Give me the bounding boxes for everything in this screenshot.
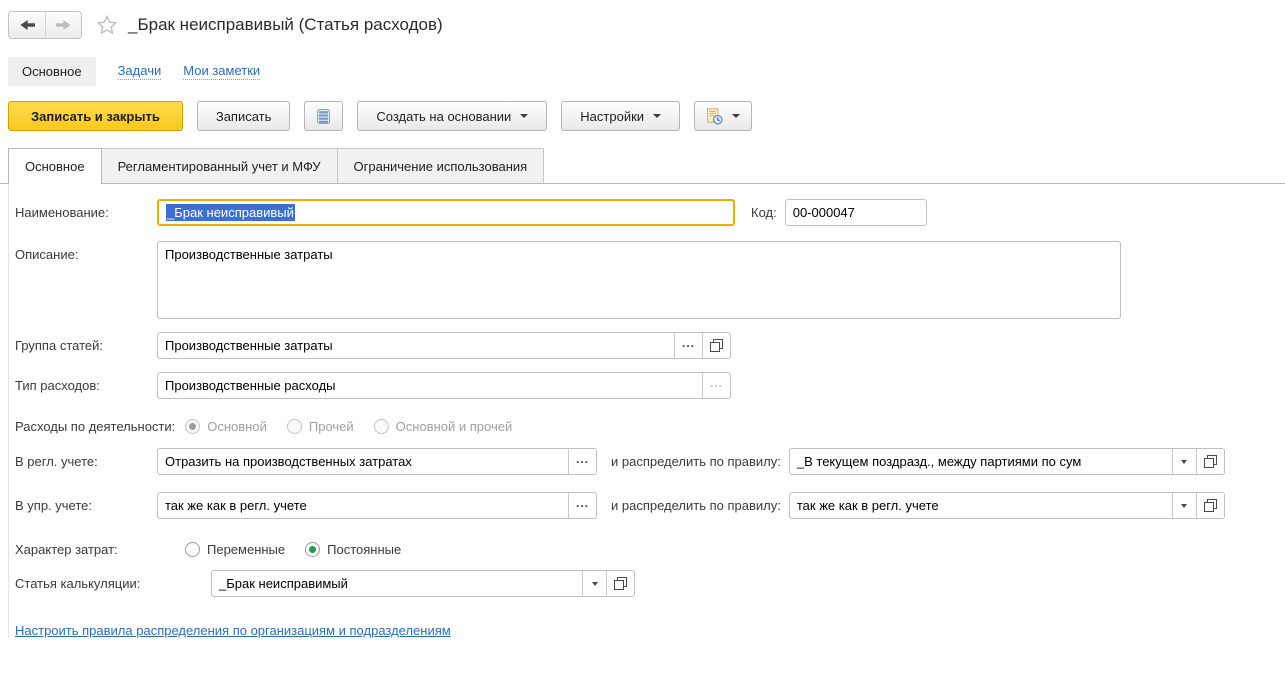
description-input[interactable]: Производственные затраты — [157, 241, 1121, 319]
cost-nature-radio-variable[interactable]: Переменные — [185, 542, 285, 557]
cost-nature-radio-constant[interactable]: Постоянные — [305, 542, 401, 557]
activity-label: Расходы по деятельности: — [15, 419, 175, 434]
settings-button[interactable]: Настройки — [561, 101, 680, 131]
name-label: Наименование: — [15, 205, 157, 220]
document-clock-icon — [706, 108, 723, 125]
back-button[interactable] — [9, 12, 45, 38]
group-value: Производственные затраты — [158, 333, 674, 358]
mgmt-rule-label: и распределить по правилу: — [611, 498, 781, 513]
arrow-left-icon — [19, 19, 36, 31]
arrow-right-icon — [55, 19, 72, 31]
reg-account-value: Отразить на производственных затратах — [158, 449, 568, 474]
group-open-button[interactable] — [702, 333, 730, 358]
mgmt-account-select-button[interactable]: ... — [568, 493, 596, 518]
nav-tab-notes[interactable]: Мои заметки — [183, 63, 260, 80]
calc-item-input[interactable]: _Брак неисправимый — [211, 570, 635, 597]
description-label: Описание: — [15, 241, 157, 262]
nav-tab-tasks[interactable]: Задачи — [118, 63, 162, 80]
code-input[interactable]: 00-000047 — [785, 199, 927, 226]
mgmt-rule-dropdown-button[interactable] — [1172, 493, 1196, 518]
expense-type-value: Производственные расходы — [158, 373, 702, 398]
radio-icon — [185, 419, 200, 434]
command-bar: Записать и закрыть Записать Создать на о… — [8, 100, 1285, 132]
page-title: _Брак неисправивый (Статья расходов) — [128, 15, 443, 35]
reg-account-label: В регл. учете: — [15, 454, 157, 469]
expense-type-label: Тип расходов: — [15, 378, 157, 393]
reg-account-input[interactable]: Отразить на производственных затратах ..… — [157, 448, 597, 475]
forward-button[interactable] — [45, 12, 81, 38]
reg-account-select-button[interactable]: ... — [568, 449, 596, 474]
activity-radio-main-and-other: Основной и прочей — [374, 419, 513, 434]
calc-item-dropdown-button[interactable] — [582, 571, 606, 596]
chevron-down-icon — [1181, 504, 1187, 508]
calc-item-open-button[interactable] — [606, 571, 634, 596]
form-content: Наименование: _Брак неисправивый Код: 00… — [8, 184, 1285, 638]
calc-item-value: _Брак неисправимый — [212, 571, 582, 596]
activity-radio-main: Основной — [185, 419, 267, 434]
radio-icon — [305, 542, 320, 557]
history-nav-group — [8, 11, 82, 39]
save-button[interactable]: Записать — [197, 101, 291, 131]
reg-rule-open-button[interactable] — [1196, 449, 1224, 474]
favorite-star-icon[interactable] — [96, 14, 118, 36]
tab-regulated-accounting[interactable]: Регламентированный учет и МФУ — [102, 148, 338, 183]
chevron-down-icon — [653, 114, 661, 118]
code-value: 00-000047 — [793, 205, 855, 220]
chevron-down-icon — [1181, 460, 1187, 464]
radio-icon — [287, 419, 302, 434]
ledger-icon — [316, 108, 331, 125]
distribution-rules-link[interactable]: Настроить правила распределения по орган… — [15, 623, 451, 638]
mgmt-rule-open-button[interactable] — [1196, 493, 1224, 518]
code-label: Код: — [751, 205, 777, 220]
settings-label: Настройки — [580, 109, 644, 124]
chevron-down-icon — [592, 582, 598, 586]
open-item-icon — [1204, 455, 1217, 468]
name-input[interactable]: _Брак неисправивый — [157, 199, 735, 226]
reg-rule-dropdown-button[interactable] — [1172, 449, 1196, 474]
reg-rule-value: _В текущем поздразд., между партиями по … — [790, 449, 1172, 474]
radio-icon — [185, 542, 200, 557]
form-tabs: Основное Регламентированный учет и МФУ О… — [0, 148, 1285, 184]
calc-item-label: Статья калькуляции: — [15, 576, 211, 591]
mgmt-account-placeholder: так же как в регл. учете — [158, 493, 568, 518]
mgmt-account-input[interactable]: так же как в регл. учете ... — [157, 492, 597, 519]
group-label: Группа статей: — [15, 338, 157, 353]
open-item-icon — [710, 339, 723, 352]
nav-tabs: Основное Задачи Мои заметки — [8, 56, 1285, 86]
create-based-on-button[interactable]: Создать на основании — [357, 101, 547, 131]
open-item-icon — [614, 577, 627, 590]
reg-rule-label: и распределить по правилу: — [611, 454, 781, 469]
show-movements-button[interactable] — [304, 101, 343, 131]
group-input[interactable]: Производственные затраты ... — [157, 332, 731, 359]
expense-type-input[interactable]: Производственные расходы ... — [157, 372, 731, 399]
group-select-button[interactable]: ... — [674, 333, 702, 358]
tab-main[interactable]: Основное — [8, 148, 102, 184]
change-history-button[interactable] — [694, 101, 752, 131]
expense-type-select-button: ... — [702, 373, 730, 398]
mgmt-rule-placeholder: так же как в регл. учете — [790, 493, 1172, 518]
nav-tab-main[interactable]: Основное — [8, 57, 96, 86]
radio-icon — [374, 419, 389, 434]
cost-nature-label: Характер затрат: — [15, 542, 185, 557]
open-item-icon — [1204, 499, 1217, 512]
name-value: _Брак неисправивый — [166, 204, 295, 221]
activity-radio-other: Прочей — [287, 419, 354, 434]
tab-usage-restriction[interactable]: Ограничение использования — [338, 148, 545, 183]
create-based-on-label: Создать на основании — [376, 109, 511, 124]
chevron-down-icon — [732, 114, 740, 118]
mgmt-rule-input[interactable]: так же как в регл. учете — [789, 492, 1225, 519]
save-and-close-button[interactable]: Записать и закрыть — [8, 101, 183, 131]
mgmt-account-label: В упр. учете: — [15, 498, 157, 513]
chevron-down-icon — [520, 114, 528, 118]
reg-rule-input[interactable]: _В текущем поздразд., между партиями по … — [789, 448, 1225, 475]
window-header: _Брак неисправивый (Статья расходов) — [0, 0, 1285, 42]
